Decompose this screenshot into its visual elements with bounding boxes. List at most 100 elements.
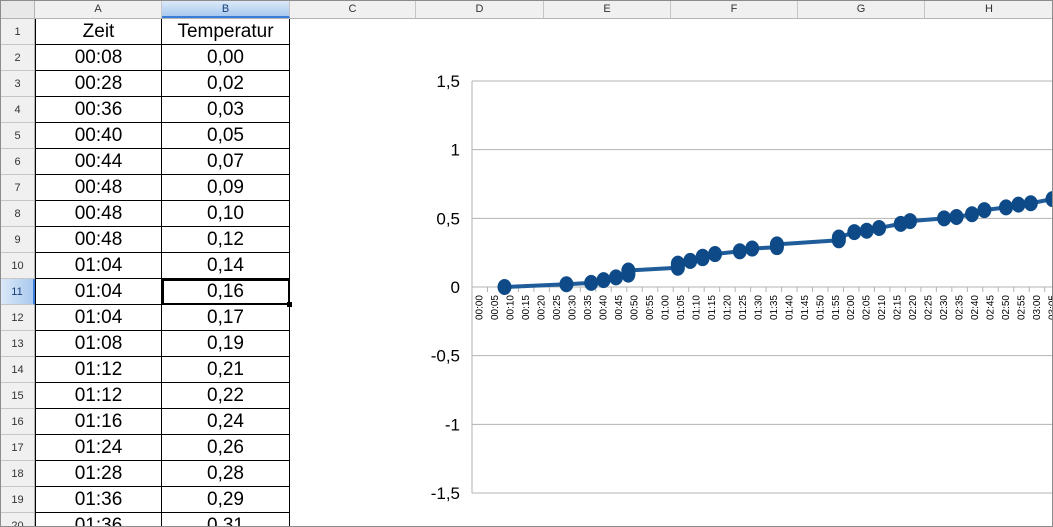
cell-a1[interactable]: Zeit (35, 19, 162, 45)
x-tick-label: 01:15 (707, 295, 718, 320)
cell-a14[interactable]: 01:12 (35, 357, 162, 383)
row-header-16[interactable]: 16 (1, 409, 35, 435)
row-header-2[interactable]: 2 (1, 45, 35, 71)
cell-b4[interactable]: 0,03 (162, 97, 290, 123)
cell-a3[interactable]: 00:28 (35, 71, 162, 97)
data-point (831, 229, 846, 246)
cell-a2[interactable]: 00:08 (35, 45, 162, 71)
cell-b10[interactable]: 0,14 (162, 253, 290, 279)
cell-b18[interactable]: 0,28 (162, 461, 290, 487)
x-tick-label: 03:00 (1032, 295, 1043, 320)
cell-b7[interactable]: 0,09 (162, 175, 290, 201)
row-header-6[interactable]: 6 (1, 149, 35, 175)
cell-b15[interactable]: 0,22 (162, 383, 290, 409)
cell-b3[interactable]: 0,02 (162, 71, 290, 97)
row-header-7[interactable]: 7 (1, 175, 35, 201)
y-tick-label: -1,5 (431, 484, 460, 503)
cell-b16[interactable]: 0,24 (162, 409, 290, 435)
row-header-18[interactable]: 18 (1, 461, 35, 487)
x-tick-label: 02:15 (893, 295, 904, 320)
column-header-c[interactable]: C (290, 1, 416, 18)
cell-a15[interactable]: 01:12 (35, 383, 162, 409)
column-header-g[interactable]: G (798, 1, 925, 18)
row-header-9[interactable]: 9 (1, 227, 35, 253)
cell-b13[interactable]: 0,19 (162, 331, 290, 357)
cell-b8[interactable]: 0,10 (162, 201, 290, 227)
column-header-b[interactable]: B (162, 1, 290, 18)
select-all-corner[interactable] (1, 1, 35, 18)
x-tick-label: 02:30 (939, 295, 950, 320)
cell-b17[interactable]: 0,26 (162, 435, 290, 461)
row-header-15[interactable]: 15 (1, 383, 35, 409)
x-tick-label: 01:10 (691, 295, 702, 320)
data-point (1011, 196, 1026, 213)
x-tick-label: 01:45 (800, 295, 811, 320)
column-header-d[interactable]: D (416, 1, 544, 18)
cell-b20[interactable]: 0,31 (162, 513, 290, 526)
cell-a16[interactable]: 01:16 (35, 409, 162, 435)
row-header-8[interactable]: 8 (1, 201, 35, 227)
x-tick-label: 00:20 (537, 295, 548, 320)
column-header-f[interactable]: F (671, 1, 798, 18)
cell-b5[interactable]: 0,05 (162, 123, 290, 149)
cell-a5[interactable]: 00:40 (35, 123, 162, 149)
row-header-17[interactable]: 17 (1, 435, 35, 461)
x-tick-label: 02:45 (986, 295, 997, 320)
x-tick-label: 02:35 (955, 295, 966, 320)
x-tick-label: 01:20 (722, 295, 733, 320)
cell-b14[interactable]: 0,21 (162, 357, 290, 383)
cell-b19[interactable]: 0,29 (162, 487, 290, 513)
cell-a13[interactable]: 01:08 (35, 331, 162, 357)
cell-a6[interactable]: 00:44 (35, 149, 162, 175)
y-tick-label: 1,5 (436, 72, 460, 91)
x-tick-label: 01:25 (738, 295, 749, 320)
row-header-13[interactable]: 13 (1, 331, 35, 357)
cell-a8[interactable]: 00:48 (35, 201, 162, 227)
cell-a17[interactable]: 01:24 (35, 435, 162, 461)
row-header-3[interactable]: 3 (1, 71, 35, 97)
cell-a20[interactable]: 01:36 (35, 513, 162, 526)
row-header-5[interactable]: 5 (1, 123, 35, 149)
x-tick-label: 02:25 (924, 295, 935, 320)
cell-a12[interactable]: 01:04 (35, 305, 162, 331)
row-header-1[interactable]: 1 (1, 19, 35, 45)
row-header-14[interactable]: 14 (1, 357, 35, 383)
x-tick-label: 00:00 (475, 295, 486, 320)
x-tick-label: 03:05 (1047, 295, 1053, 320)
column-header-a[interactable]: A (35, 1, 162, 18)
x-tick-label: 02:05 (862, 295, 873, 320)
row-header-20[interactable]: 20 (1, 513, 35, 526)
data-point (732, 243, 747, 260)
cell-b6[interactable]: 0,07 (162, 149, 290, 175)
cell-a4[interactable]: 00:36 (35, 97, 162, 123)
cell-a19[interactable]: 01:36 (35, 487, 162, 513)
x-tick-label: 01:05 (676, 295, 687, 320)
cell-b11[interactable]: 0,16 (162, 279, 290, 305)
cell-a7[interactable]: 00:48 (35, 175, 162, 201)
cell-b2[interactable]: 0,00 (162, 45, 290, 71)
row-header-10[interactable]: 10 (1, 253, 35, 279)
data-point (999, 199, 1014, 216)
x-tick-label: 02:00 (846, 295, 857, 320)
row-header-12[interactable]: 12 (1, 305, 35, 331)
data-point (859, 222, 874, 239)
x-tick-label: 01:40 (784, 295, 795, 320)
cell-a11[interactable]: 01:04 (35, 279, 162, 305)
y-tick-label: 0 (451, 278, 460, 297)
column-header-e[interactable]: E (544, 1, 671, 18)
row-header-11[interactable]: 11 (1, 279, 35, 305)
line-chart[interactable]: 1,5 1 0,5 0 -0,5 -1 -1,5 00:00 00:05 00:10 00:15 00… (292, 19, 1053, 527)
column-header-h[interactable]: H (925, 1, 1052, 18)
cell-a10[interactable]: 01:04 (35, 253, 162, 279)
cell-a18[interactable]: 01:28 (35, 461, 162, 487)
cell-b12[interactable]: 0,17 (162, 305, 290, 331)
cell-a9[interactable]: 00:48 (35, 227, 162, 253)
cell-b1[interactable]: Temperatur (162, 19, 290, 45)
cell-b9[interactable]: 0,12 (162, 227, 290, 253)
x-tick-label: 00:15 (521, 295, 532, 320)
data-point (769, 236, 784, 253)
row-header-19[interactable]: 19 (1, 487, 35, 513)
data-point (937, 210, 952, 227)
row-header-4[interactable]: 4 (1, 97, 35, 123)
data-point (872, 219, 887, 236)
